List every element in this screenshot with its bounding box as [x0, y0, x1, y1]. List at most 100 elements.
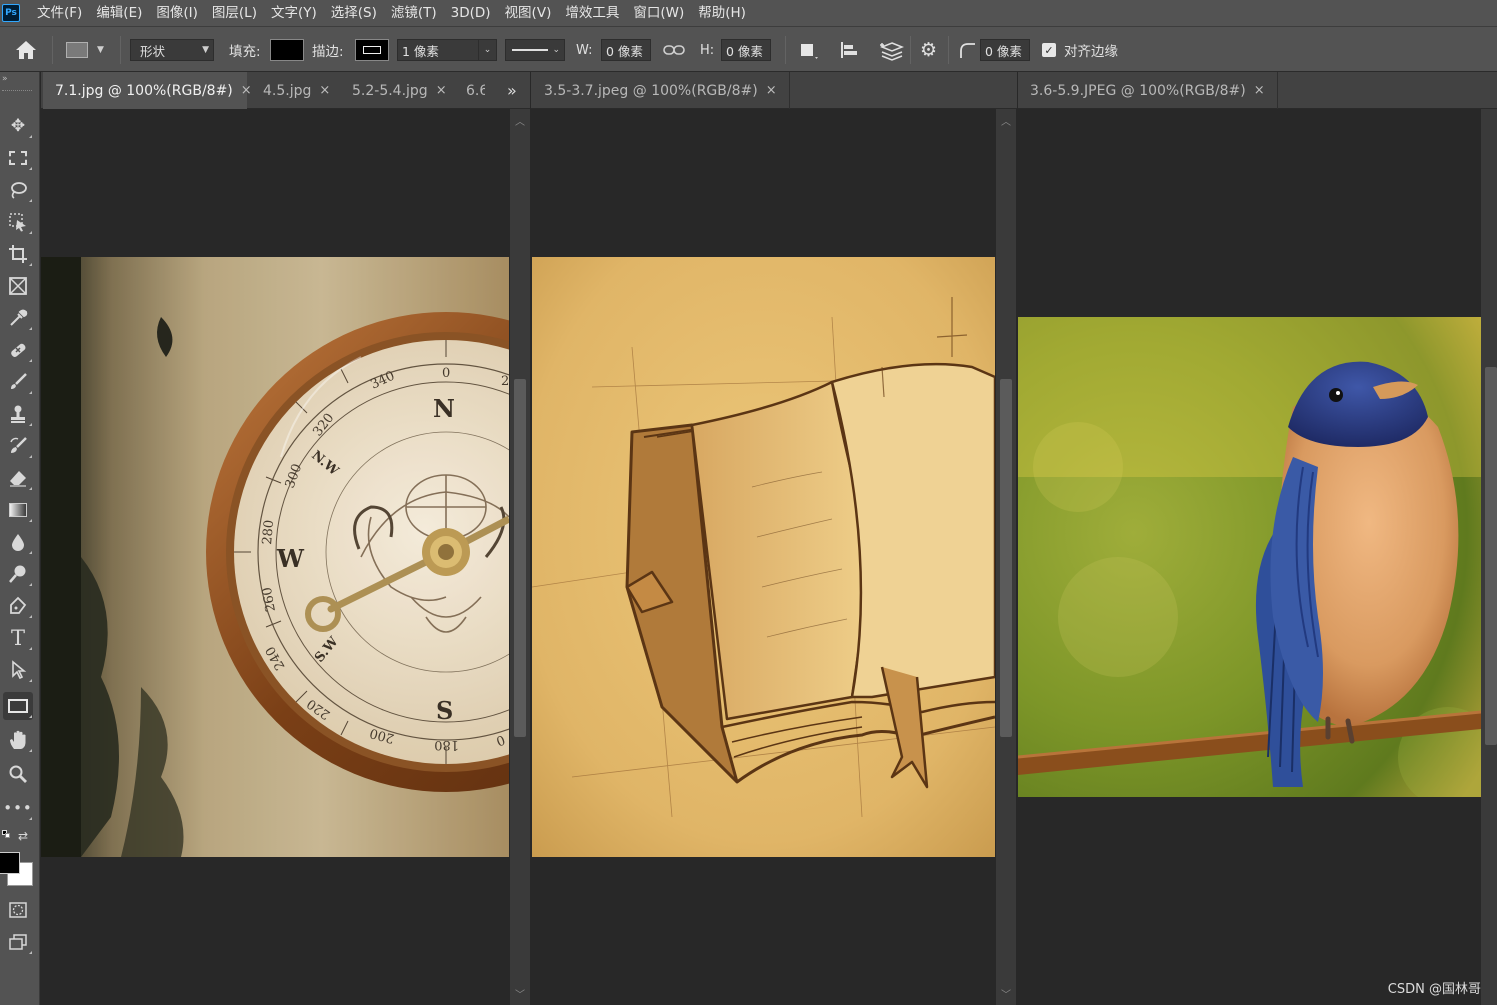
scroll-down-icon[interactable]: ﹀ — [996, 986, 1016, 1001]
pen-tool-icon[interactable] — [3, 592, 33, 620]
tool-mode-select[interactable]: 形状 ▼ — [130, 39, 214, 61]
menu-view[interactable]: 视图(V) — [498, 0, 559, 26]
screen-mode-icon[interactable] — [3, 928, 33, 956]
history-brush-tool-icon[interactable] — [3, 432, 33, 460]
menu-filter[interactable]: 滤镜(T) — [384, 0, 444, 26]
scrollbar-thumb[interactable] — [1485, 367, 1497, 745]
path-operations-icon[interactable] — [798, 27, 820, 73]
menu-help[interactable]: 帮助(H) — [691, 0, 753, 26]
type-tool-icon[interactable]: T — [3, 624, 33, 652]
healing-brush-tool-icon[interactable] — [3, 336, 33, 364]
quick-mask-icon[interactable] — [3, 896, 33, 924]
stroke-width-field[interactable]: 1 像素 ⌄ — [397, 39, 497, 61]
eyedropper-tool-icon[interactable] — [3, 304, 33, 332]
gradient-tool-icon[interactable] — [3, 496, 33, 524]
chevron-down-icon[interactable]: ⌄ — [478, 40, 496, 60]
tab-label: 7.1.jpg @ 100%(RGB/8#) — [55, 82, 233, 99]
menu-image[interactable]: 图像(I) — [149, 0, 205, 26]
rectangle-tool-icon[interactable] — [3, 692, 33, 720]
foreground-color-swatch[interactable] — [0, 852, 20, 874]
move-tool-icon[interactable]: ✥ — [3, 112, 33, 140]
scroll-up-icon[interactable]: ︿ — [510, 113, 530, 128]
close-icon[interactable]: × — [319, 83, 330, 98]
width-field[interactable]: 0 像素 — [601, 39, 651, 61]
tab-5-2-5-4-jpg[interactable]: 5.2-5.4.jpg × — [340, 72, 459, 109]
menu-window[interactable]: 窗口(W) — [626, 0, 691, 26]
vertical-scrollbar-left[interactable]: ︿ ﹀ — [510, 109, 530, 1005]
frame-tool-icon[interactable] — [3, 272, 33, 300]
close-icon[interactable]: × — [766, 83, 777, 98]
menu-file[interactable]: 文件(F) — [30, 0, 89, 26]
tool-preset-picker[interactable]: ▼ — [66, 27, 104, 73]
width-label: W: — [576, 42, 593, 58]
path-alignment-icon[interactable] — [838, 27, 860, 73]
link-icon[interactable] — [663, 27, 685, 73]
tab-label: 3.6-5.9.JPEG @ 100%(RGB/8#) — [1030, 82, 1246, 99]
tab-3-5-3-7-jpeg[interactable]: 3.5-3.7.jpeg @ 100%(RGB/8#) × — [532, 72, 790, 109]
hand-tool-icon[interactable] — [3, 726, 33, 754]
corner-radius-icon — [958, 27, 976, 73]
tools-panel: » ✥ T ••• ⇄ — [0, 72, 40, 1005]
stroke-type-select[interactable]: ⌄ — [505, 39, 565, 61]
document-tabs-right: 3.6-5.9.JPEG @ 100%(RGB/8#) × — [1018, 72, 1497, 109]
close-icon[interactable]: × — [1254, 83, 1265, 98]
book-sketch-image — [532, 257, 995, 857]
default-colors-icon[interactable] — [2, 830, 10, 838]
blur-tool-icon[interactable] — [3, 528, 33, 556]
menu-type[interactable]: 文字(Y) — [264, 0, 324, 26]
lasso-tool-icon[interactable] — [3, 176, 33, 204]
chevron-down-icon: ⌄ — [552, 45, 560, 55]
eraser-tool-icon[interactable] — [3, 464, 33, 492]
scroll-up-icon[interactable]: ︿ — [996, 113, 1016, 128]
document-tabs-middle: 3.5-3.7.jpeg @ 100%(RGB/8#) × — [531, 72, 1017, 109]
path-selection-tool-icon[interactable] — [3, 656, 33, 684]
vertical-scrollbar-right[interactable] — [1481, 109, 1497, 1005]
fill-swatch[interactable] — [270, 27, 304, 73]
marquee-tool-icon[interactable] — [3, 144, 33, 172]
chevron-down-icon: ▼ — [202, 45, 209, 55]
stroke-swatch[interactable] — [355, 27, 389, 73]
width-value: 0 像素 — [606, 43, 643, 59]
corner-radius-field[interactable]: 0 像素 — [980, 39, 1030, 61]
tab-overflow-icon[interactable]: » — [497, 72, 517, 109]
tab-label: 5.2-5.4.jpg — [352, 82, 428, 99]
fill-label: 填充: — [229, 44, 261, 60]
tab-6-6[interactable]: 6.6 — [455, 72, 485, 109]
bird-image — [1018, 317, 1481, 797]
checkmark-icon: ✓ — [1042, 43, 1056, 57]
photoshop-logo-icon: Ps — [2, 4, 20, 22]
swap-colors-icon[interactable]: ⇄ — [18, 829, 28, 843]
object-selection-tool-icon[interactable] — [3, 208, 33, 236]
tab-3-6-5-9-jpeg[interactable]: 3.6-5.9.JPEG @ 100%(RGB/8#) × — [1018, 72, 1278, 109]
compass-image: N S W N.W S.W 340 320 300 280 260 240 22… — [41, 257, 509, 857]
menu-select[interactable]: 选择(S) — [324, 0, 384, 26]
collapse-icon[interactable]: » — [2, 74, 8, 84]
crop-tool-icon[interactable] — [3, 240, 33, 268]
align-edges-checkbox[interactable]: ✓ 对齐边缘 — [1042, 27, 1118, 73]
menu-layer[interactable]: 图层(L) — [205, 0, 264, 26]
menu-3d[interactable]: 3D(D) — [444, 0, 498, 26]
menu-plugins[interactable]: 增效工具 — [558, 0, 626, 26]
gear-icon[interactable]: ⚙ — [920, 27, 937, 73]
vertical-scrollbar-middle[interactable]: ︿ ﹀ — [996, 109, 1016, 1005]
document-pane-right: 3.6-5.9.JPEG @ 100%(RGB/8#) × CSDN @国林哥 — [1018, 72, 1497, 1005]
scrollbar-thumb[interactable] — [514, 379, 526, 737]
brush-tool-icon[interactable] — [3, 368, 33, 396]
menu-edit[interactable]: 编辑(E) — [89, 0, 149, 26]
more-tools-icon[interactable]: ••• — [3, 794, 33, 822]
zoom-tool-icon[interactable] — [3, 760, 33, 788]
document-tabs-left: 7.1.jpg @ 100%(RGB/8#) × 4.5.jpg × 5.2-5… — [41, 72, 530, 109]
path-arrangement-icon[interactable] — [876, 27, 904, 73]
height-field[interactable]: 0 像素 — [721, 39, 771, 61]
height-label: H: — [700, 42, 715, 58]
close-icon[interactable]: × — [436, 83, 447, 98]
scrollbar-thumb[interactable] — [1000, 379, 1012, 737]
tool-mode-value: 形状 — [140, 43, 166, 59]
tab-7-1-jpg[interactable]: 7.1.jpg @ 100%(RGB/8#) × — [43, 72, 252, 109]
scroll-down-icon[interactable]: ﹀ — [510, 986, 530, 1001]
home-icon[interactable] — [14, 27, 38, 73]
tab-4-5-jpg[interactable]: 4.5.jpg × — [251, 72, 342, 109]
document-pane-middle: 3.5-3.7.jpeg @ 100%(RGB/8#) × ︿ ﹀ — [531, 72, 1017, 1005]
clone-stamp-tool-icon[interactable] — [3, 400, 33, 428]
dodge-tool-icon[interactable] — [3, 560, 33, 588]
